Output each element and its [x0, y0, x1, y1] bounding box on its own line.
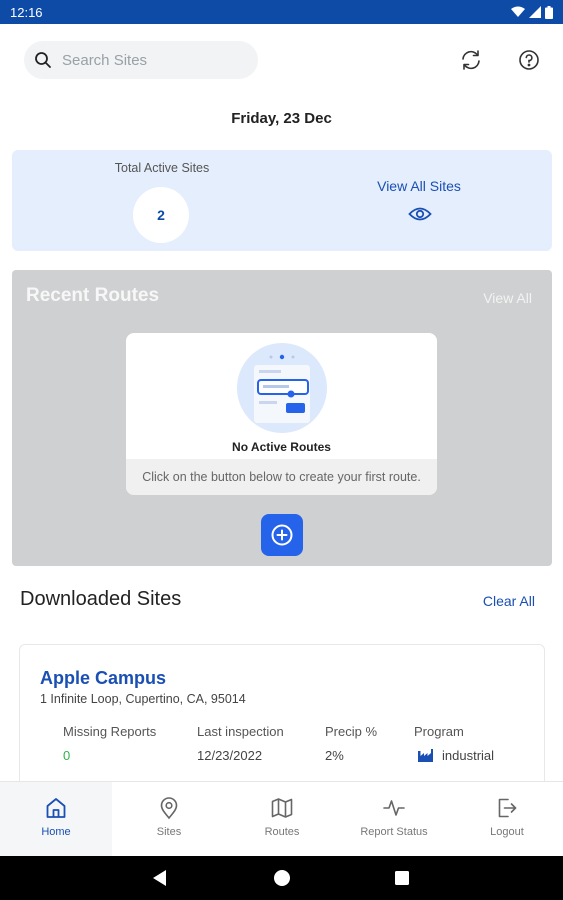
nav-sites-label: Sites	[156, 826, 182, 838]
map-icon	[271, 798, 293, 818]
empty-routes-card: No Active Routes Click on the button bel…	[126, 333, 437, 495]
system-back-button[interactable]	[150, 868, 170, 888]
top-bar	[0, 38, 563, 82]
active-sites-summary: Total Active Sites 2 View All Sites	[12, 150, 552, 251]
nav-routes-label: Routes	[264, 826, 300, 838]
program-header: Program	[414, 724, 464, 739]
downloaded-sites-title: Downloaded Sites	[20, 588, 182, 610]
battery-icon	[545, 5, 553, 19]
home-circle-icon	[274, 870, 290, 886]
home-icon	[46, 798, 66, 818]
nav-routes[interactable]: Routes	[226, 782, 338, 857]
signal-icon	[529, 6, 541, 18]
program-value: industrial	[442, 748, 495, 763]
refresh-button[interactable]	[457, 46, 485, 74]
precip-header: Precip %	[325, 724, 378, 739]
wifi-icon	[511, 6, 525, 17]
recents-square-icon	[395, 871, 409, 885]
plus-circle-icon	[271, 524, 293, 546]
last-inspection-header: Last inspection	[197, 724, 284, 739]
activity-icon	[383, 800, 405, 816]
search-icon	[35, 52, 51, 68]
no-active-routes-title: No Active Routes	[232, 440, 331, 454]
total-active-sites-count: 2	[133, 187, 189, 243]
bottom-navigation: Home Sites Routes Report Status Logout	[0, 781, 563, 857]
status-time: 12:16	[10, 4, 43, 20]
total-active-sites-label: Total Active Sites	[114, 161, 210, 175]
status-icons	[511, 5, 553, 19]
back-triangle-icon	[153, 870, 166, 886]
precip-value: 2%	[325, 748, 344, 763]
nav-report-status[interactable]: Report Status	[338, 782, 450, 857]
nav-home[interactable]: Home	[0, 782, 112, 857]
missing-reports-value: 0	[63, 748, 71, 763]
missing-reports-header: Missing Reports	[63, 724, 157, 739]
view-all-sites-link[interactable]: View All Sites	[352, 178, 486, 194]
nav-report-status-label: Report Status	[360, 826, 428, 838]
help-button[interactable]	[515, 46, 543, 74]
system-navigation-bar	[0, 856, 563, 900]
empty-routes-hint: Click on the button below to create your…	[126, 459, 437, 495]
nav-sites[interactable]: Sites	[113, 782, 225, 857]
logout-icon	[498, 798, 517, 818]
site-address: 1 Infinite Loop, Cupertino, CA, 95014	[40, 692, 246, 706]
nav-logout-label: Logout	[490, 826, 524, 838]
empty-routes-illustration	[237, 343, 327, 433]
system-recents-button[interactable]	[392, 868, 412, 888]
help-icon	[519, 50, 539, 70]
current-date: Friday, 23 Dec	[231, 110, 332, 127]
site-card[interactable]: Apple Campus 1 Infinite Loop, Cupertino,…	[19, 644, 545, 804]
refresh-icon	[462, 50, 480, 70]
location-pin-icon	[160, 797, 178, 820]
eye-icon[interactable]	[408, 205, 432, 223]
site-name[interactable]: Apple Campus	[40, 668, 166, 689]
nav-logout[interactable]: Logout	[451, 782, 563, 857]
add-route-button[interactable]	[261, 514, 303, 556]
recent-routes-section: Recent Routes View All No Active Routes …	[12, 270, 552, 566]
view-all-routes-link[interactable]: View All	[483, 290, 532, 306]
factory-icon	[418, 749, 433, 762]
clear-all-button[interactable]: Clear All	[483, 593, 535, 609]
recent-routes-title: Recent Routes	[26, 285, 160, 306]
search-input[interactable]	[62, 51, 232, 69]
system-home-button[interactable]	[272, 868, 292, 888]
status-bar: 12:16	[0, 0, 563, 24]
last-inspection-value: 12/23/2022	[197, 748, 263, 763]
nav-home-label: Home	[41, 826, 71, 838]
search-bar[interactable]	[24, 41, 258, 79]
